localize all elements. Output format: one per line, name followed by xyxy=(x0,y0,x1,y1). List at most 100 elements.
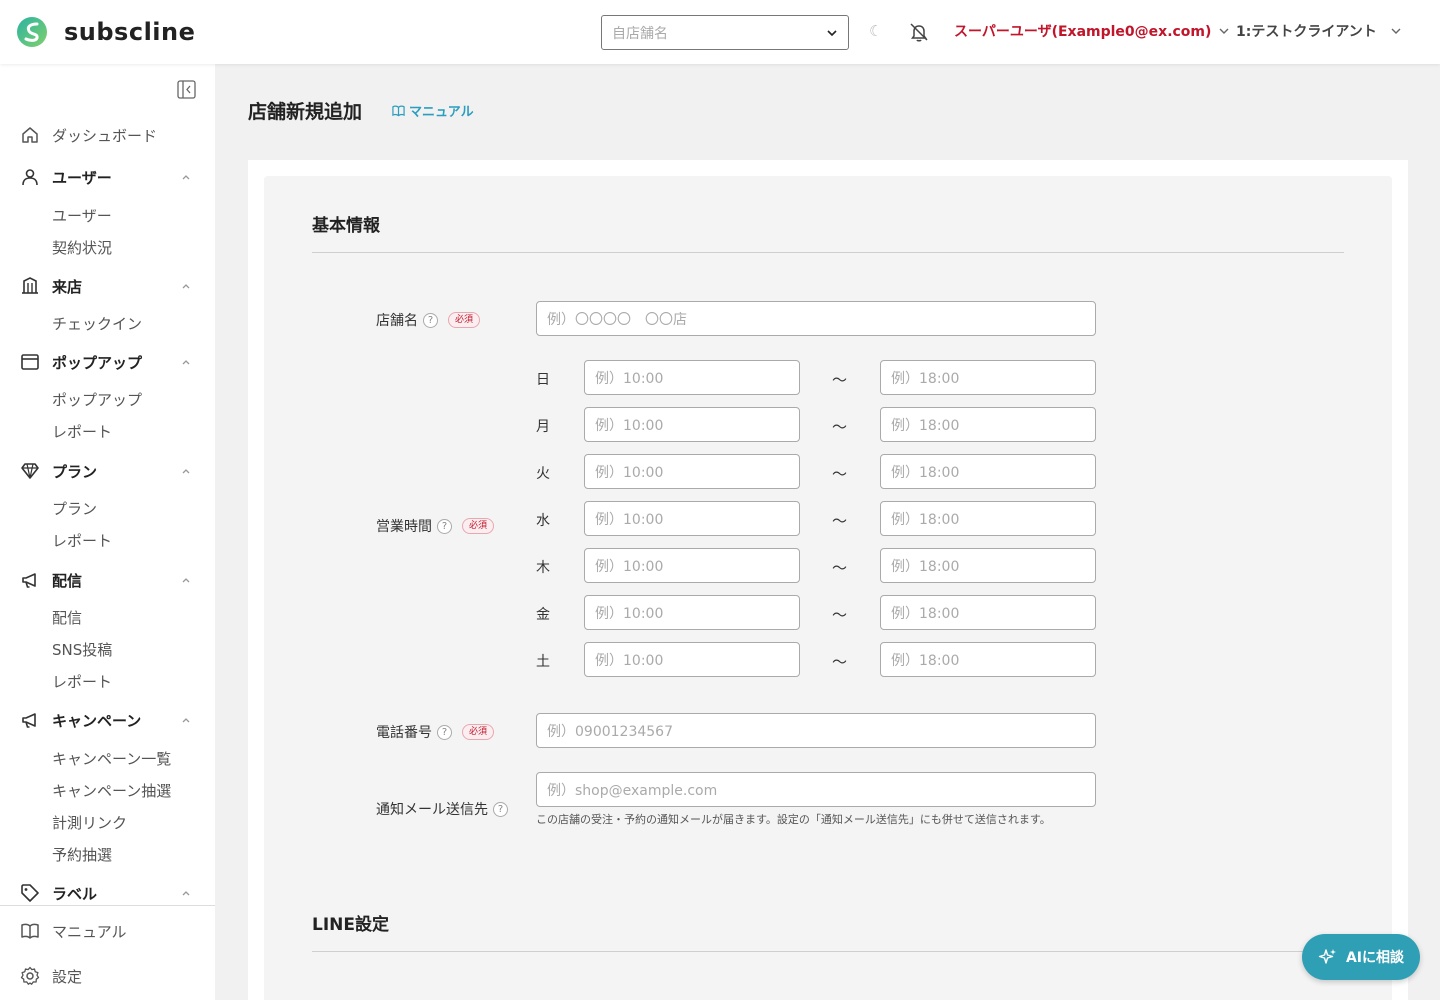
sidebar-group-popup[interactable]: ポップアップ xyxy=(0,347,215,377)
window-icon xyxy=(21,354,39,370)
sidebar-subitem[interactable]: 契約状況 xyxy=(52,237,112,259)
client-menu[interactable]: 1:テストクライアント xyxy=(1236,21,1401,41)
sidebar-subitem[interactable]: プラン xyxy=(52,498,97,520)
chevron-up-icon xyxy=(182,469,190,474)
sidebar-group-users[interactable]: ユーザー xyxy=(0,162,215,192)
close-time-input-wed[interactable]: 例）18:00 xyxy=(880,501,1096,536)
chevron-up-icon xyxy=(182,284,190,289)
sidebar-collapse-icon[interactable] xyxy=(177,80,196,99)
time-separator: 〜 xyxy=(832,418,848,436)
open-time-placeholder: 例）10:00 xyxy=(595,652,664,669)
chevron-down-icon xyxy=(1391,28,1401,34)
sidebar-subitem[interactable]: キャンペーン抽選 xyxy=(52,780,171,802)
sidebar-item-label: 設定 xyxy=(52,967,83,986)
page-title: 店舗新規追加 xyxy=(248,101,363,123)
chevron-up-icon xyxy=(182,175,190,180)
sidebar-subitem[interactable]: レポート xyxy=(52,530,112,552)
required-badge: 必須 xyxy=(448,312,481,328)
sidebar-group-label-tags[interactable]: ラベル xyxy=(0,878,215,908)
open-time-placeholder: 例）10:00 xyxy=(595,464,664,481)
sidebar-subitem[interactable]: ポップアップ xyxy=(52,389,142,411)
open-time-placeholder: 例）10:00 xyxy=(595,417,664,434)
open-time-input-sun[interactable]: 例）10:00 xyxy=(584,360,800,395)
notify-email-placeholder: 例）shop@example.com xyxy=(547,782,718,799)
sidebar-subitem[interactable]: チェックイン xyxy=(52,313,142,335)
close-time-input-fri[interactable]: 例）18:00 xyxy=(880,595,1096,630)
gear-icon xyxy=(20,966,40,985)
chevron-up-icon xyxy=(182,891,190,896)
sidebar-subitem[interactable]: ユーザー xyxy=(52,205,112,227)
help-icon[interactable]: ? xyxy=(437,724,452,740)
manual-link[interactable]: マニュアル xyxy=(392,101,474,120)
close-time-placeholder: 例）18:00 xyxy=(891,417,960,434)
sidebar-subitem[interactable]: 予約抽選 xyxy=(52,844,112,866)
day-label-tue: 火 xyxy=(536,466,550,482)
section-divider xyxy=(312,951,1344,952)
sidebar-subitem[interactable]: レポート xyxy=(52,421,112,443)
store-select-placeholder: 自店舗名 xyxy=(612,25,668,42)
sidebar-group-campaign[interactable]: キャンペーン xyxy=(0,705,215,735)
phone-input[interactable]: 例）09001234567 xyxy=(536,713,1096,748)
tag-icon xyxy=(21,884,39,902)
time-separator: 〜 xyxy=(832,606,848,624)
store-name-placeholder: 例）〇〇〇〇 〇〇店 xyxy=(547,311,687,328)
brand-name: subscline xyxy=(64,18,196,46)
open-time-input-mon[interactable]: 例）10:00 xyxy=(584,407,800,442)
open-time-input-sat[interactable]: 例）10:00 xyxy=(584,642,800,677)
time-separator: 〜 xyxy=(832,559,848,577)
close-time-placeholder: 例）18:00 xyxy=(891,605,960,622)
close-time-placeholder: 例）18:00 xyxy=(891,652,960,669)
dark-mode-icon[interactable]: ☾ xyxy=(869,22,882,40)
open-time-input-tue[interactable]: 例）10:00 xyxy=(584,454,800,489)
day-label-thu: 木 xyxy=(536,560,550,576)
help-icon[interactable]: ? xyxy=(437,518,452,534)
close-time-input-sat[interactable]: 例）18:00 xyxy=(880,642,1096,677)
sidebar-subitem[interactable]: 計測リンク xyxy=(52,812,127,834)
ai-consult-label: AIに相談 xyxy=(1345,950,1405,966)
notify-email-input[interactable]: 例）shop@example.com xyxy=(536,772,1096,807)
store-name-input[interactable]: 例）〇〇〇〇 〇〇店 xyxy=(536,301,1096,336)
book-icon xyxy=(392,105,405,117)
day-label-sun: 日 xyxy=(536,372,550,388)
sidebar-item-dashboard[interactable]: ダッシュボード xyxy=(0,120,215,150)
brand-logo[interactable]: subscline xyxy=(16,16,195,48)
sidebar-item-label: ダッシュボード xyxy=(52,126,158,145)
sidebar-subitem[interactable]: 配信 xyxy=(52,607,82,629)
help-icon[interactable]: ? xyxy=(423,312,438,328)
sidebar-group-label: ポップアップ xyxy=(52,353,143,372)
sidebar-subitem[interactable]: レポート xyxy=(52,671,112,693)
diamond-icon xyxy=(21,463,39,479)
section-title-basic: 基本情報 xyxy=(312,216,380,236)
bell-off-icon[interactable] xyxy=(908,21,930,43)
open-time-input-fri[interactable]: 例）10:00 xyxy=(584,595,800,630)
store-select[interactable]: 自店舗名 xyxy=(601,15,849,50)
close-time-input-tue[interactable]: 例）18:00 xyxy=(880,454,1096,489)
close-time-placeholder: 例）18:00 xyxy=(891,511,960,528)
open-time-input-thu[interactable]: 例）10:00 xyxy=(584,548,800,583)
field-label-text: 店舗名 xyxy=(376,313,418,329)
building-icon xyxy=(22,277,38,294)
book-icon xyxy=(21,923,39,939)
required-badge: 必須 xyxy=(462,518,495,534)
user-menu[interactable]: スーパーユーザ(Example0@ex.com) xyxy=(954,21,1229,41)
close-time-input-thu[interactable]: 例）18:00 xyxy=(880,548,1096,583)
sidebar-item-manual[interactable]: マニュアル xyxy=(0,916,215,946)
sidebar-group-plan[interactable]: プラン xyxy=(0,456,215,486)
sidebar-subitem[interactable]: SNS投稿 xyxy=(52,639,112,661)
sidebar-item-settings[interactable]: 設定 xyxy=(0,961,215,991)
help-icon[interactable]: ? xyxy=(493,801,508,817)
field-label-notify-email: 通知メール送信先 ? xyxy=(376,799,508,819)
required-badge: 必須 xyxy=(462,724,495,740)
close-time-input-mon[interactable]: 例）18:00 xyxy=(880,407,1096,442)
sidebar: ダッシュボード ユーザー ユーザー 契約状況 来店 チェックイン ポップアップ … xyxy=(0,64,215,1000)
sidebar-group-visit[interactable]: 来店 xyxy=(0,271,215,301)
ai-consult-button[interactable]: AIに相談 xyxy=(1302,934,1420,980)
sidebar-subitem[interactable]: キャンペーン一覧 xyxy=(52,748,171,770)
open-time-input-wed[interactable]: 例）10:00 xyxy=(584,501,800,536)
sidebar-item-label: マニュアル xyxy=(52,922,127,941)
sidebar-group-label: 来店 xyxy=(52,277,83,296)
sidebar-group-delivery[interactable]: 配信 xyxy=(0,565,215,595)
field-label-business-hours: 営業時間 ? 必須 xyxy=(376,516,495,536)
open-time-placeholder: 例）10:00 xyxy=(595,511,664,528)
close-time-input-sun[interactable]: 例）18:00 xyxy=(880,360,1096,395)
